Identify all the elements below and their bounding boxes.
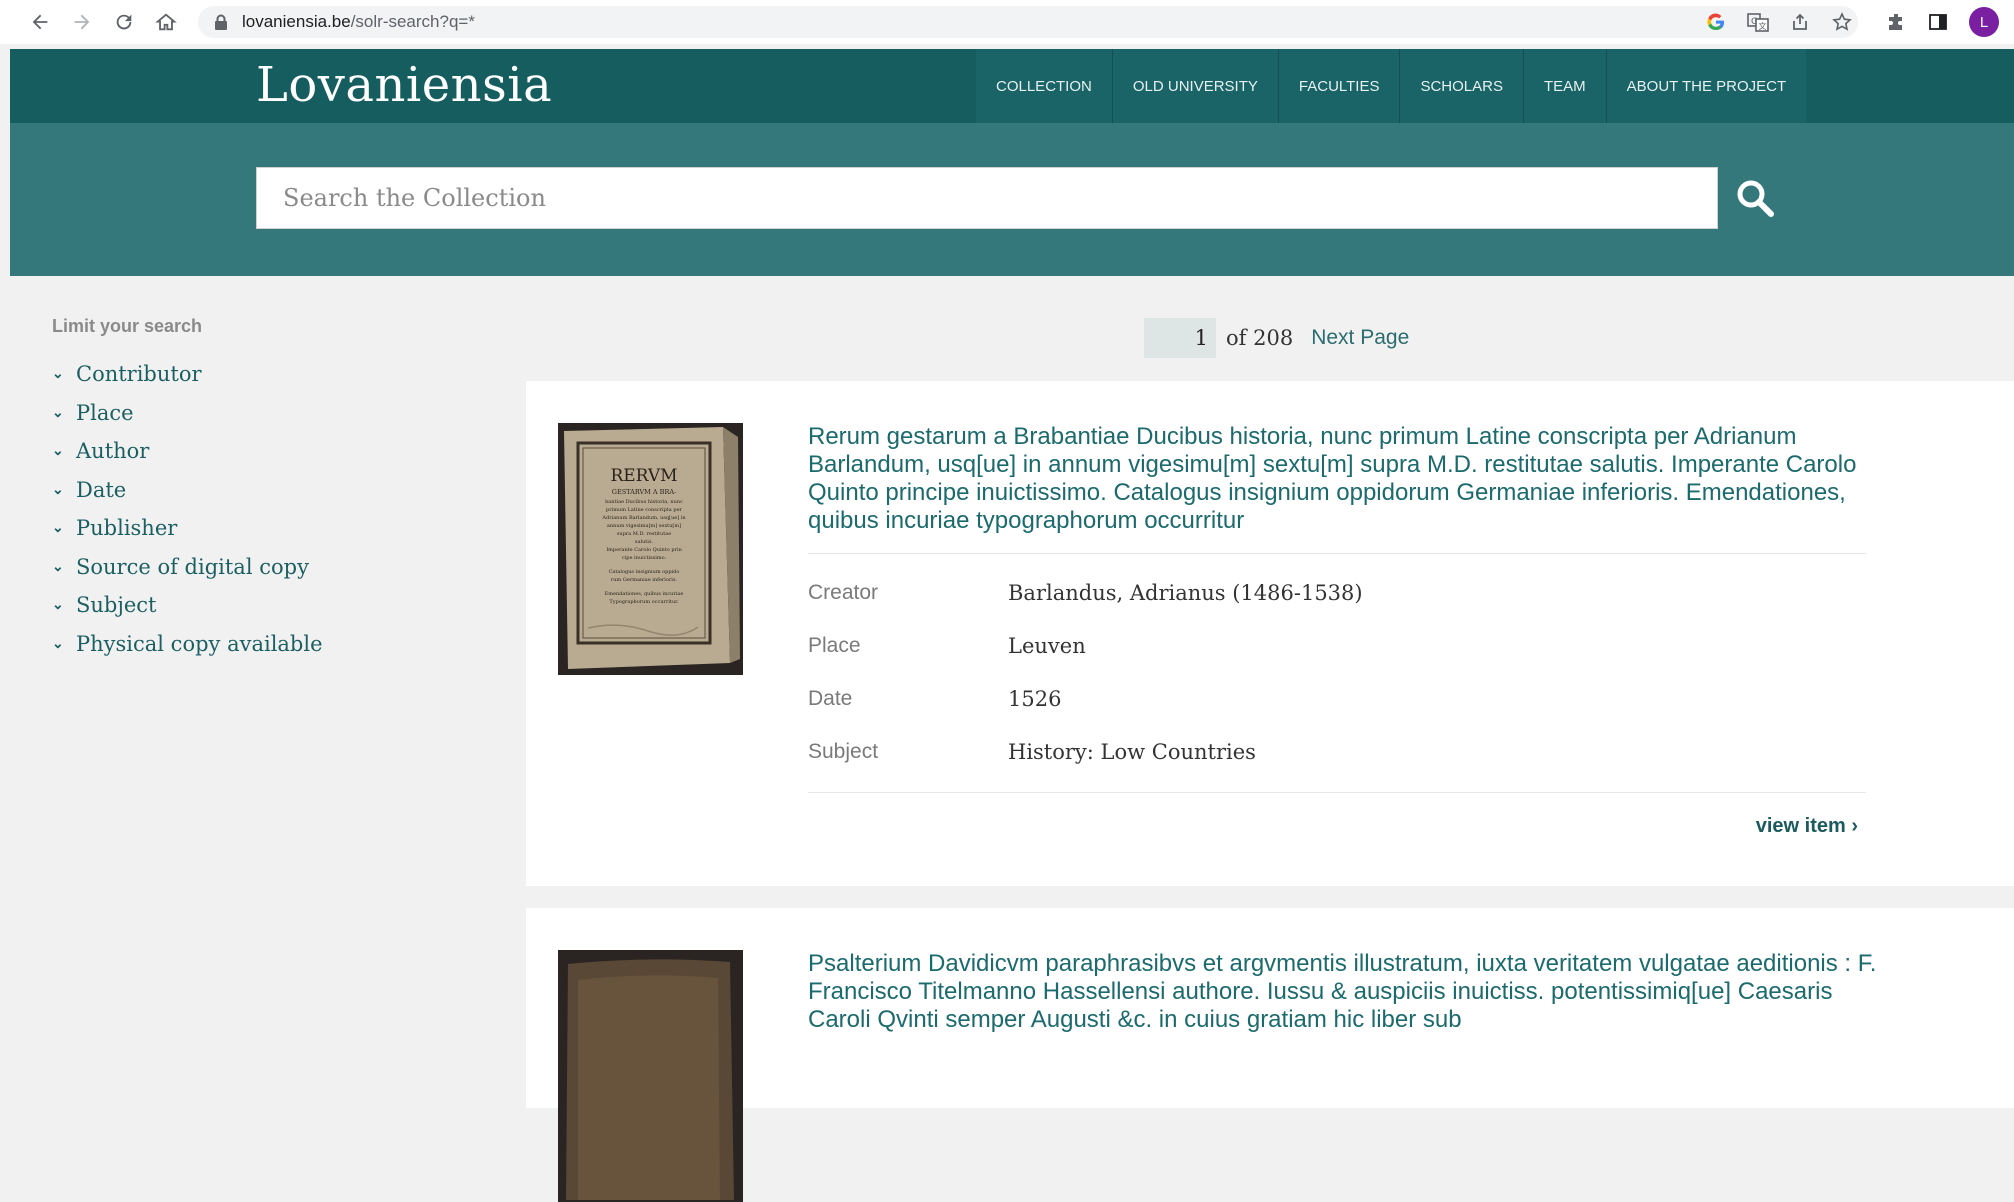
google-icon[interactable] (1704, 10, 1728, 34)
thumb-line: annum vigesimu[m] sextu[m] (607, 523, 681, 529)
chevron-down-icon: ⌄ (52, 443, 64, 460)
metadata-value: Leuven (1008, 633, 1086, 658)
metadata-value: History: Low Countries (1008, 739, 1256, 764)
nav-faculties[interactable]: FACULTIES (1279, 49, 1401, 123)
facet-place[interactable]: ⌄ Place (52, 394, 492, 433)
book-thumbnail[interactable]: RERVM GESTARVM A BRA- bantiae Ducibus hi… (558, 423, 743, 675)
facet-label: Publisher (76, 516, 178, 541)
metadata-row: Place Leuven (808, 619, 1866, 672)
metadata-row: Date 1526 (808, 672, 1866, 725)
metadata-label: Subject (808, 739, 879, 763)
search-icon (1737, 180, 1774, 217)
nav-scholars[interactable]: SCHOLARS (1400, 49, 1524, 123)
metadata-row: Creator Barlandus, Adrianus (1486-1538) (808, 566, 1866, 619)
reload-icon[interactable] (110, 8, 138, 36)
thumb-line: cipe inuictissimo. (622, 555, 667, 561)
chevron-down-icon: ⌄ (52, 520, 64, 537)
extensions-icon[interactable] (1884, 10, 1908, 34)
search-band (10, 123, 2014, 276)
thumb-line: Imperante Carolo Quinto prin (606, 547, 682, 553)
facet-label: Source of digital copy (76, 554, 309, 579)
result-card: RERVM GESTARVM A BRA- bantiae Ducibus hi… (526, 381, 2014, 886)
result-title-link[interactable]: Rerum gestarum a Brabantiae Ducibus hist… (808, 423, 1878, 535)
translate-icon[interactable]: G文 (1746, 10, 1770, 34)
search-input[interactable] (256, 167, 1718, 229)
pagination: 1 of 208 Next Page (1144, 318, 1409, 358)
search-button[interactable] (1730, 173, 1780, 223)
facet-sidebar: Limit your search ⌄ Contributor ⌄ Place ⌄ A… (52, 316, 492, 663)
share-icon[interactable] (1788, 10, 1812, 34)
thumb-line: GESTARVM A BRA- (612, 488, 676, 496)
url-path: /solr-search?q=* (350, 12, 475, 31)
address-bar[interactable]: lovaniensia.be/solr-search?q=* (198, 6, 1858, 38)
thumb-line: bantiae Ducibus historia, nunc (605, 499, 683, 505)
chevron-right-icon: › (1851, 815, 1858, 837)
home-icon[interactable] (152, 8, 180, 36)
metadata-row: Subject History: Low Countries (808, 725, 1866, 778)
metadata-value: 1526 (1008, 686, 1062, 711)
sidebar-heading: Limit your search (52, 316, 203, 336)
facet-contributor[interactable]: ⌄ Contributor (52, 355, 492, 394)
forward-icon[interactable] (68, 8, 96, 36)
svg-text:文: 文 (1759, 21, 1767, 31)
facet-label: Author (76, 439, 150, 464)
chevron-down-icon: ⌄ (52, 404, 64, 421)
metadata-label: Creator (808, 580, 879, 604)
result-card: Psalterium Davidicvm paraphrasibvs et ar… (526, 908, 2014, 1202)
result-metadata: Creator Barlandus, Adrianus (1486-1538) P… (808, 553, 1866, 793)
thumb-line: Adrianum Barlandum, usq[ue] in (601, 515, 686, 521)
result-title-link[interactable]: Psalterium Davidicvm paraphrasibvs et ar… (808, 950, 1878, 1034)
url-domain: lovaniensia.be (242, 12, 351, 31)
metadata-label: Place (808, 633, 861, 657)
site-logo[interactable]: Lovaniensia (256, 57, 552, 113)
nav-collection[interactable]: COLLECTION (976, 49, 1113, 123)
chevron-down-icon: ⌄ (52, 558, 64, 575)
facet-physical-copy-available[interactable]: ⌄ Physical copy available (52, 625, 492, 664)
view-item-label: view item (1755, 815, 1846, 837)
facet-publisher[interactable]: ⌄ Publisher (52, 509, 492, 548)
facet-label: Place (76, 400, 134, 425)
chevron-down-icon: ⌄ (52, 366, 64, 383)
chevron-down-icon: ⌄ (52, 597, 64, 614)
book-thumbnail[interactable] (558, 950, 743, 1202)
facet-source-of-digital-copy[interactable]: ⌄ Source of digital copy (52, 548, 492, 587)
thumb-line: supra M.D. restitutae (617, 531, 671, 537)
facet-subject[interactable]: ⌄ Subject (52, 586, 492, 625)
metadata-label: Date (808, 686, 853, 710)
main-nav: COLLECTION OLD UNIVERSITY FACULTIES SCHO… (976, 49, 1807, 123)
avatar[interactable]: L (1969, 7, 1999, 37)
thumb-line: Catalogus insignium oppido (609, 569, 680, 575)
lock-icon[interactable] (214, 14, 228, 34)
facet-label: Physical copy available (76, 631, 323, 656)
facet-author[interactable]: ⌄ Author (52, 432, 492, 471)
browser-toolbar: lovaniensia.be/solr-search?q=* G文 L (0, 0, 2014, 44)
nav-old-university[interactable]: OLD UNIVERSITY (1113, 49, 1279, 123)
facet-label: Contributor (76, 362, 202, 387)
thumb-line: RERVM (610, 466, 677, 486)
facet-label: Subject (76, 593, 157, 618)
url-text: lovaniensia.be/solr-search?q=* (242, 12, 475, 32)
chevron-down-icon: ⌄ (52, 635, 64, 652)
sidepanel-icon[interactable] (1926, 10, 1950, 34)
back-icon[interactable] (26, 8, 54, 36)
metadata-value: Barlandus, Adrianus (1486-1538) (1008, 580, 1363, 605)
next-page-link[interactable]: Next Page (1311, 326, 1409, 350)
page-number-input[interactable]: 1 (1144, 318, 1216, 358)
chevron-down-icon: ⌄ (52, 481, 64, 498)
thumb-line: rum Germaniae inferioris. (611, 577, 678, 583)
star-icon[interactable] (1830, 10, 1854, 34)
site-header: Lovaniensia COLLECTION OLD UNIVERSITY FA… (10, 49, 2014, 123)
view-item-link[interactable]: view item › (1756, 815, 1858, 838)
thumb-line: Emendationes, quibus incuriae (605, 591, 684, 597)
nav-team[interactable]: TEAM (1524, 49, 1607, 123)
facet-label: Date (76, 477, 127, 502)
nav-about-the-project[interactable]: ABOUT THE PROJECT (1607, 49, 1806, 123)
thumb-line: primum Latine conscripta per (606, 507, 682, 513)
page-count: of 208 (1226, 326, 1294, 350)
facet-date[interactable]: ⌄ Date (52, 471, 492, 510)
thumb-line: Typographorum occurritur. (609, 599, 679, 605)
thumb-line: salutis. (635, 539, 654, 545)
